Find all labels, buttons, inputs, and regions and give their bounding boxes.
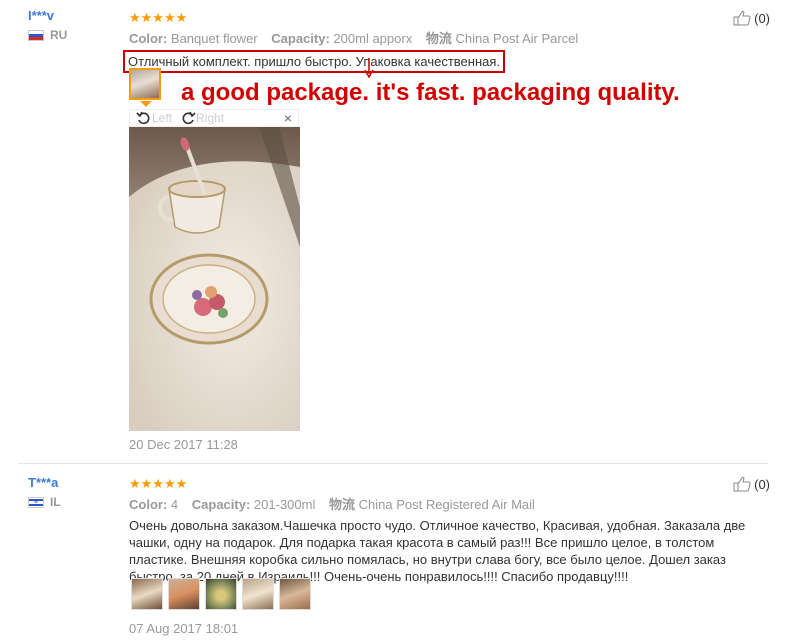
review-date: 20 Dec 2017 11:28 <box>129 437 238 452</box>
thumbnail-pointer <box>140 101 152 107</box>
reviewer-name[interactable]: I***v <box>28 8 67 23</box>
review-text-wrap: Отличный комплект. пришло быстро. Упаков… <box>123 50 729 73</box>
image-viewer-toolbar: Left Right × <box>129 109 299 127</box>
order-meta: Color: Banquet flower Capacity: 200ml ap… <box>129 28 729 47</box>
photo-thumbnail[interactable] <box>168 578 200 610</box>
country-code: IL <box>50 495 61 509</box>
shipping-value: China Post Registered Air Mail <box>358 497 535 512</box>
thumbs-up-icon <box>733 476 751 492</box>
flag-icon <box>28 29 44 41</box>
shipping-value: China Post Air Parcel <box>455 31 579 46</box>
star-rating: ★★★★★ <box>129 10 188 25</box>
capacity-label: Capacity: <box>191 497 251 512</box>
review-photo[interactable] <box>129 127 300 431</box>
rotate-left-label: Left <box>152 111 173 125</box>
helpful-count: (0) <box>754 10 770 26</box>
helpful-button[interactable]: (0) <box>733 10 770 26</box>
rotate-left-button[interactable]: Left <box>136 111 172 125</box>
shipping-label: 物流 <box>328 497 355 512</box>
color-label: Color: <box>129 497 168 512</box>
shipping-label: 物流 <box>425 31 452 46</box>
color-label: Color: <box>129 31 168 46</box>
translation-annotation: a good package. it's fast. packaging qua… <box>181 79 680 106</box>
capacity-value: 201-300ml <box>253 497 316 512</box>
photo-thumbnail[interactable] <box>129 68 161 100</box>
color-value: 4 <box>170 497 179 512</box>
review-item: T***a ✡ IL (0) ★★★★★ Color: 4 Capacity: … <box>0 466 800 642</box>
color-value: Banquet flower <box>170 31 258 46</box>
close-icon[interactable]: × <box>284 110 292 126</box>
reviewer-country: RU <box>28 28 67 42</box>
flag-icon: ✡ <box>28 496 44 508</box>
reviewer-name[interactable]: T***a <box>28 475 61 490</box>
order-meta: Color: 4 Capacity: 201-300ml 物流 China Po… <box>129 494 729 513</box>
rotate-right-button[interactable]: Right <box>180 111 224 125</box>
helpful-button[interactable]: (0) <box>733 476 770 492</box>
review-text: Очень довольна заказом.Чашечка просто чу… <box>129 518 746 584</box>
review-content: ★★★★★ Color: Banquet flower Capacity: 20… <box>123 10 729 73</box>
capacity-label: Capacity: <box>271 31 330 46</box>
reviewer-info: T***a ✡ IL <box>28 475 61 509</box>
review-date: 07 Aug 2017 18:01 <box>129 621 239 636</box>
capacity-value: 200ml apporx <box>333 31 413 46</box>
country-code: RU <box>50 28 68 42</box>
review-photo-image <box>129 127 300 431</box>
reviewer-info: I***v RU <box>28 8 67 42</box>
highlight-box: Отличный комплект. пришло быстро. Упаков… <box>123 50 506 73</box>
rotate-right-label: Right <box>196 111 225 125</box>
down-arrow-icon <box>364 58 374 78</box>
review-item: I***v RU (0) ★★★★★ Color: Banquet flower… <box>0 0 800 460</box>
rotate-left-icon <box>136 111 150 125</box>
thumbs-up-icon <box>733 10 751 26</box>
photo-thumbnails <box>131 578 311 610</box>
rotate-right-icon <box>182 111 196 125</box>
review-text: Отличный комплект. пришло быстро. Упаков… <box>128 54 501 69</box>
photo-thumbnail[interactable] <box>242 578 274 610</box>
reviewer-country: ✡ IL <box>28 495 61 509</box>
review-divider <box>18 463 768 464</box>
photo-thumbnail[interactable] <box>131 578 163 610</box>
helpful-count: (0) <box>754 476 770 492</box>
review-content: ★★★★★ Color: 4 Capacity: 201-300ml 物流 Ch… <box>129 476 745 585</box>
star-rating: ★★★★★ <box>129 476 188 491</box>
photo-thumbnail[interactable] <box>205 578 237 610</box>
photo-thumbnail[interactable] <box>279 578 311 610</box>
